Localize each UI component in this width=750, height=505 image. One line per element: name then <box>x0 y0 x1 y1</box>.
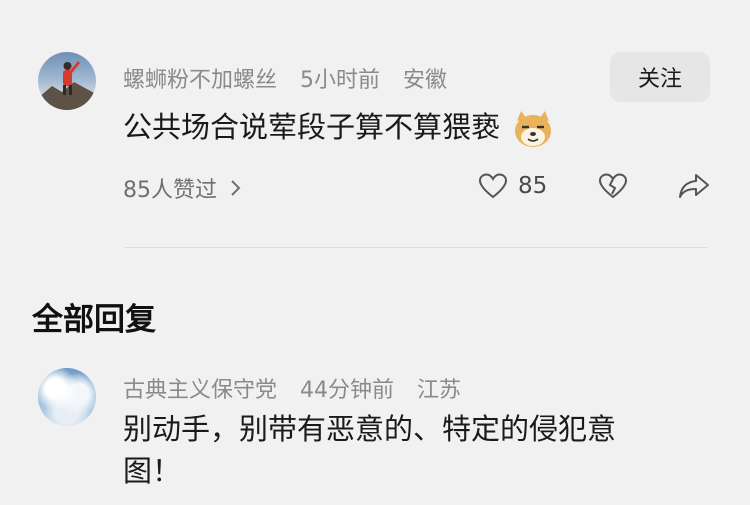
reply-time: 44分钟前 <box>300 378 395 403</box>
comment-text-row: 公共场合说荤段子算不算猥亵 <box>123 106 555 149</box>
heart-icon <box>478 173 508 199</box>
divider <box>124 247 708 248</box>
comment-username[interactable]: 螺蛳粉不加螺丝 <box>123 68 277 93</box>
comment-time: 5小时前 <box>300 68 381 93</box>
comment-avatar[interactable] <box>38 52 96 110</box>
section-title: 全部回复 <box>32 302 156 338</box>
like-count: 85 <box>518 173 548 199</box>
comment-meta: 螺蛳粉不加螺丝 5小时前 安徽 <box>123 62 447 94</box>
like-button[interactable]: 85 <box>478 172 547 200</box>
follow-button-label: 关注 <box>637 67 682 92</box>
comment-location: 安徽 <box>403 68 448 93</box>
reply-avatar[interactable] <box>38 368 96 426</box>
reply-meta: 古典主义保守党 44分钟前 江苏 <box>123 372 461 404</box>
comment-text: 公共场合说荤段子算不算猥亵 <box>123 110 501 144</box>
reply-location: 江苏 <box>417 378 462 403</box>
reply-text: 别动手，别带有恶意的、特定的侵犯意 图！ <box>123 408 616 492</box>
mountaineer-photo <box>38 61 96 110</box>
reply-text-line1: 别动手，别带有恶意的、特定的侵犯意 <box>123 412 617 446</box>
share-button[interactable] <box>678 172 710 200</box>
dislike-button[interactable] <box>598 172 628 200</box>
doge-emoji-icon <box>515 111 552 147</box>
reply-username[interactable]: 古典主义保守党 <box>123 378 277 403</box>
broken-heart-icon <box>598 173 628 199</box>
likes-summary[interactable]: 85人赞过 <box>123 172 243 204</box>
share-arrow-icon <box>679 174 709 198</box>
chevron-right-icon <box>231 180 241 196</box>
follow-button[interactable]: 关注 <box>610 52 710 102</box>
likes-summary-text: 85人赞过 <box>123 178 217 203</box>
reply-text-line2: 图！ <box>123 454 182 489</box>
